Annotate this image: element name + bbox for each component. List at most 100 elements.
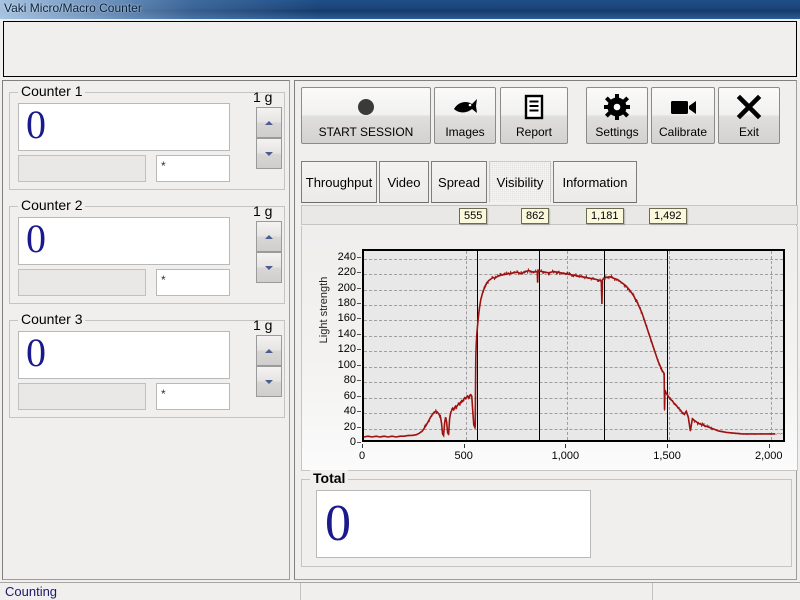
counter-spinner-1	[256, 107, 282, 169]
counter-spinner-up-button[interactable]	[256, 335, 282, 366]
tab-information[interactable]: Information	[553, 161, 637, 203]
light-strength-trace	[364, 268, 783, 440]
chart-y-tick-mark	[357, 333, 361, 335]
chart-x-tick-label: 1,500	[653, 450, 681, 462]
toolbar-button-settings[interactable]: Settings	[586, 87, 648, 144]
counter-spinner-down-button[interactable]	[256, 366, 282, 397]
chart-y-tick-mark	[357, 349, 361, 351]
counter-unit-label-1: 1 g	[253, 89, 273, 105]
counter-filter-field[interactable]: *	[156, 155, 230, 182]
counter-group-1: Counter 1 0 *	[9, 83, 285, 190]
toolbar-button-label: Report	[515, 125, 553, 139]
counter-group-2: Counter 2 0 *	[9, 197, 285, 304]
counter-spinner-down-button[interactable]	[256, 252, 282, 283]
chart-y-tick-mark	[357, 303, 361, 305]
chevron-up-icon	[265, 234, 273, 239]
counter-spinner-up-button[interactable]	[256, 221, 282, 252]
chart-y-tick-label: 240	[337, 250, 356, 263]
tab-bar: Throughput Video Spread Visibility Informati…	[301, 161, 798, 205]
counter-filter-field[interactable]: *	[156, 269, 230, 296]
counter-legend: Counter 2	[18, 197, 86, 213]
total-group: Total 0	[301, 470, 792, 567]
chevron-down-icon	[265, 265, 273, 270]
counter-legend: Counter 3	[18, 311, 86, 327]
chart-y-tick-label: 20	[343, 420, 356, 433]
window-title: Vaki Micro/Macro Counter	[4, 1, 142, 15]
toolbar-button-start-session[interactable]: START SESSION	[301, 87, 431, 144]
chart-marker-tag-2[interactable]: 862	[521, 208, 550, 224]
chart-y-tick-label: 60	[343, 389, 356, 402]
counter-value-box: 0	[18, 216, 230, 265]
chart-y-tick-label: 80	[343, 374, 356, 387]
total-legend: Total	[310, 470, 349, 486]
counter-spinner-up-button[interactable]	[256, 107, 282, 138]
toolbar-button-label: START SESSION	[318, 125, 414, 139]
chevron-down-icon	[265, 151, 273, 156]
counter-secondary-field[interactable]	[18, 269, 146, 296]
counters-pane: Counter 1 0 * 1 g Counter 2 0 * 1 g Counter 3 0 * 1…	[2, 80, 290, 580]
chart-y-tick-label: 220	[337, 266, 356, 279]
counter-spinner-down-button[interactable]	[256, 138, 282, 169]
toolbar-button-calibrate[interactable]: Calibrate	[651, 87, 715, 144]
counter-value: 0	[26, 330, 46, 375]
tab-spread[interactable]: Spread	[431, 161, 487, 203]
chart-y-tick-mark	[357, 380, 361, 382]
toolbar-button-label: Settings	[595, 125, 639, 139]
counter-secondary-field[interactable]	[18, 155, 146, 182]
toolbar-button-exit[interactable]: Exit	[718, 87, 780, 144]
chart-y-tick-label: 100	[337, 358, 356, 371]
toolbar-button-images[interactable]: Images	[434, 87, 496, 144]
status-message: Counting	[5, 584, 58, 599]
visibility-chart-panel: Light strength 0 20 40 60 80 100 120 140 160 180 2…	[301, 226, 798, 471]
toolbar: START SESSION Images Report Settings Calibra…	[295, 81, 798, 144]
counter-secondary-field[interactable]	[18, 383, 146, 410]
main-pane: START SESSION Images Report Settings Calibra…	[294, 80, 798, 580]
chart-y-tick-mark	[357, 426, 361, 428]
chart-y-tick-mark	[357, 287, 361, 289]
fish-icon	[450, 94, 480, 120]
counter-value-box: 0	[18, 330, 230, 379]
chart-x-tick-mark	[667, 444, 669, 448]
chart-y-tick-label: 40	[343, 405, 356, 418]
chart-x-tick-mark	[463, 444, 465, 448]
status-bar: Counting	[0, 582, 800, 600]
tab-visibility[interactable]: Visibility	[489, 161, 551, 203]
counter-value: 0	[26, 102, 46, 147]
counter-legend: Counter 1	[18, 83, 86, 99]
chart-y-tick-label: 160	[337, 312, 356, 325]
status-divider-1	[300, 583, 301, 600]
chevron-down-icon	[265, 379, 273, 384]
tab-throughput[interactable]: Throughput	[301, 161, 377, 203]
toolbar-button-label: Exit	[738, 125, 759, 139]
document-icon	[519, 94, 549, 120]
chart-marker-tag-4[interactable]: 1,492	[649, 208, 687, 224]
counter-filter-value: *	[161, 273, 166, 287]
chevron-up-icon	[265, 120, 273, 125]
counter-group-3: Counter 3 0 *	[9, 311, 285, 418]
counter-spinner-2	[256, 221, 282, 283]
chart-y-tick-mark	[357, 256, 361, 258]
chart-y-tick-label: 120	[337, 343, 356, 356]
chart-y-tick-mark	[357, 318, 361, 320]
toolbar-button-label: Images	[445, 125, 485, 139]
status-divider-2	[652, 583, 653, 600]
chart-x-tick-mark	[362, 444, 363, 448]
close-x-icon	[734, 94, 764, 120]
toolbar-button-report[interactable]: Report	[500, 87, 568, 144]
tab-video[interactable]: Video	[379, 161, 429, 203]
chart-y-tick-label: 0	[349, 436, 356, 448]
chart-y-tick-mark	[357, 364, 361, 366]
counter-filter-field[interactable]: *	[156, 383, 230, 410]
chart-x-tick-label: 500	[454, 450, 473, 462]
video-camera-icon	[668, 94, 698, 120]
chart-y-tick-mark	[357, 272, 361, 274]
chart-marker-tag-1[interactable]: 555	[459, 208, 488, 224]
application-window: Vaki Micro/Macro Counter Counter 1 0 * 1 gC…	[0, 0, 800, 600]
counter-unit-label-2: 1 g	[253, 203, 273, 219]
top-empty-band	[3, 21, 797, 77]
counter-filter-value: *	[161, 159, 166, 173]
chart-x-tick-mark	[768, 444, 770, 448]
chart-marker-tag-3[interactable]: 1,181	[586, 208, 624, 224]
title-bar: Vaki Micro/Macro Counter	[0, 0, 800, 19]
chevron-up-icon	[265, 348, 273, 353]
